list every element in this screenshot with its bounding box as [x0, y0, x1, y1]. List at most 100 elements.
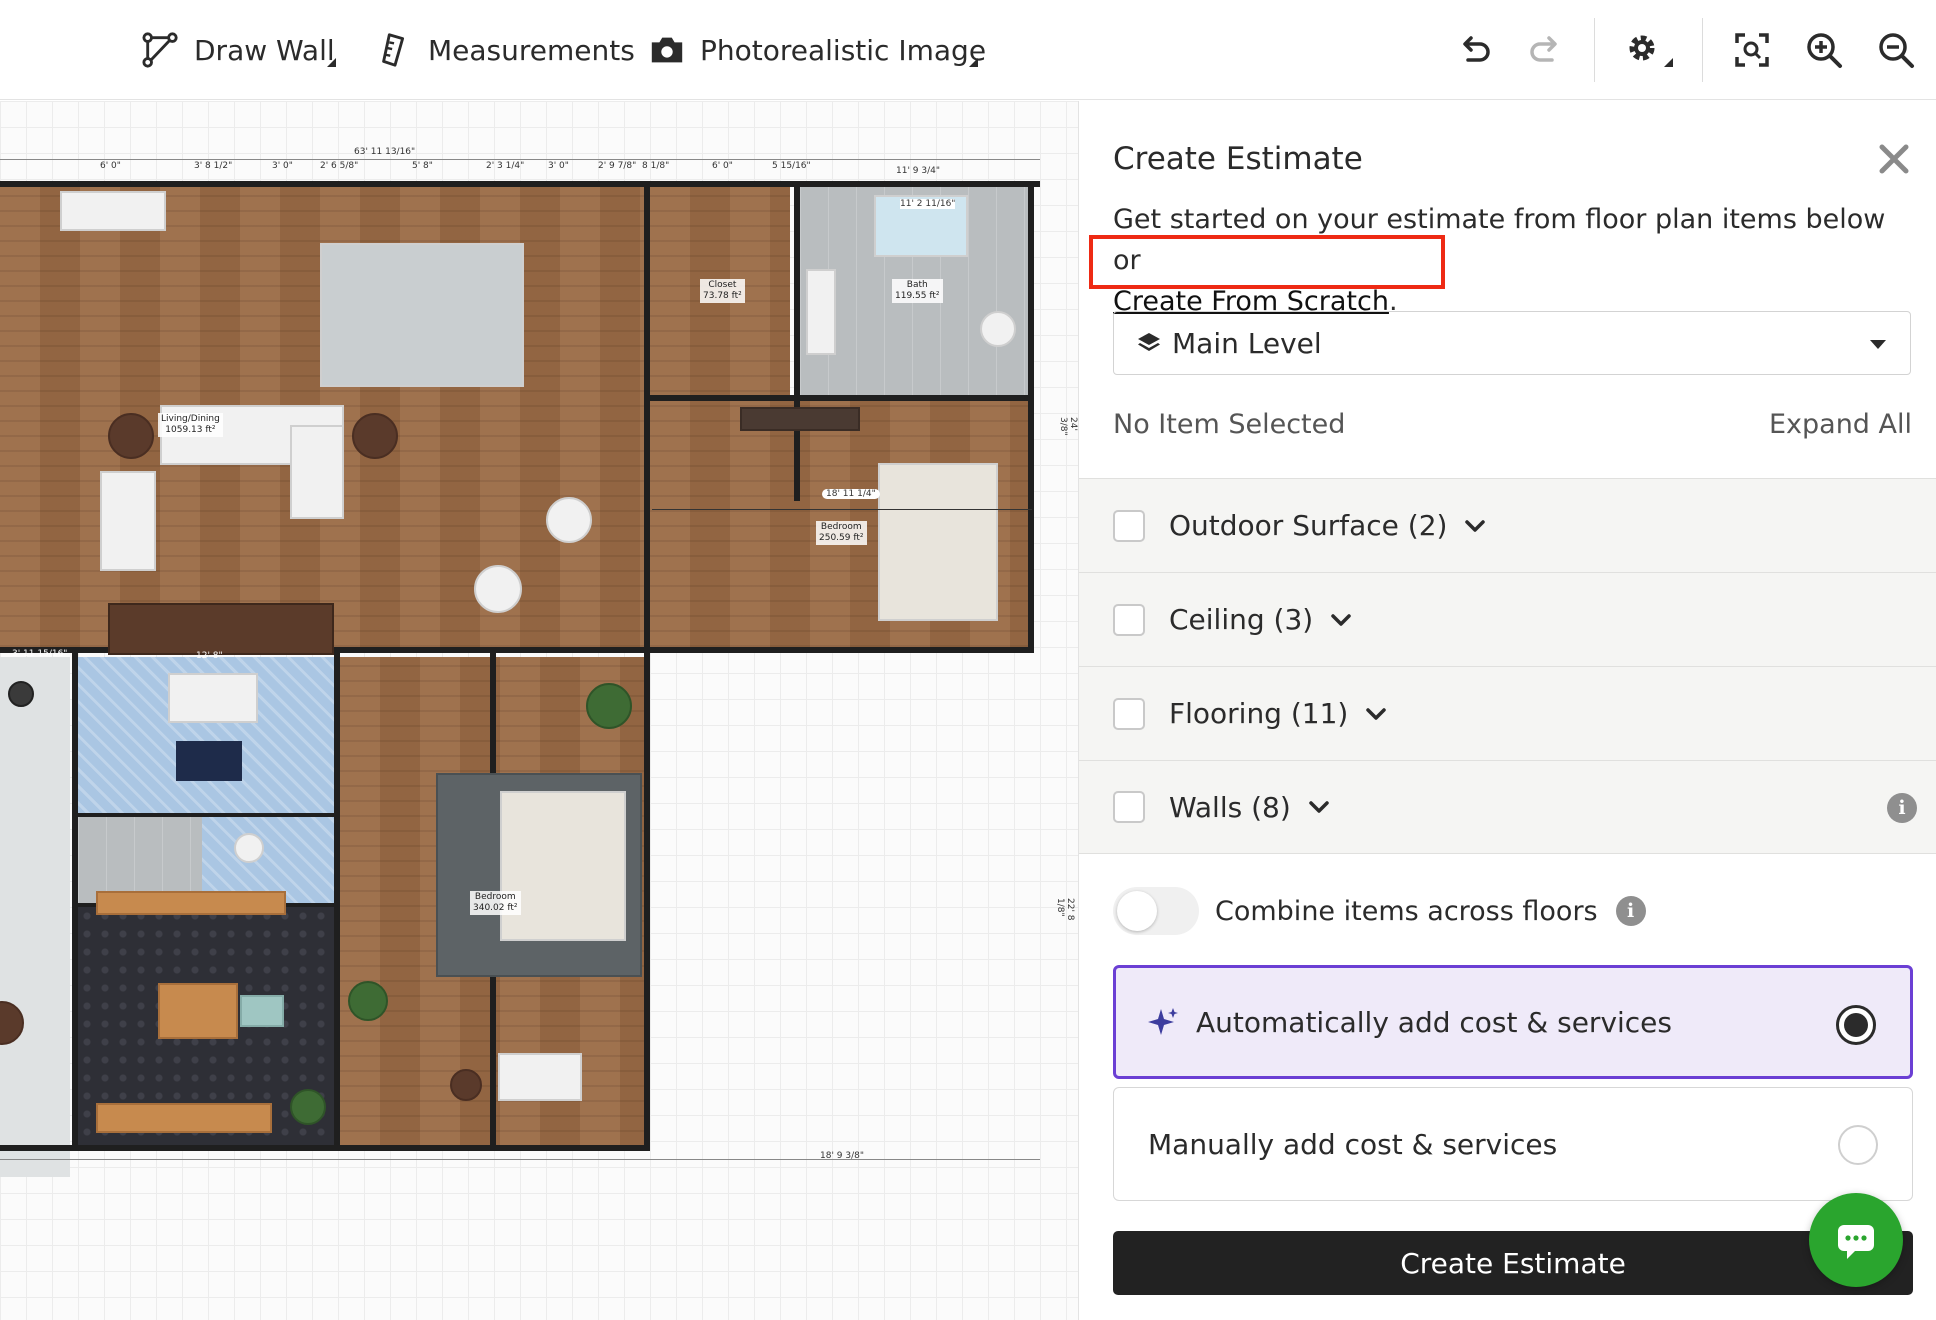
- room-label-bath[interactable]: Bath 119.55 ft²: [892, 279, 943, 303]
- measurements-label: Measurements: [428, 33, 635, 67]
- room-label-closet[interactable]: Closet 73.78 ft²: [700, 279, 745, 303]
- photorealistic-caret-icon[interactable]: [969, 58, 978, 67]
- toilet: [234, 833, 264, 863]
- create-estimate-button[interactable]: Create Estimate: [1113, 1231, 1913, 1295]
- info-icon[interactable]: i: [1887, 793, 1917, 823]
- chevron-down-icon[interactable]: [1327, 606, 1355, 634]
- wall: [650, 395, 1030, 401]
- dimension-label: 6' 0": [100, 161, 121, 171]
- camera-icon: [651, 37, 683, 63]
- bath-mat: [176, 741, 242, 781]
- draw-wall-button[interactable]: Draw Wall: [142, 26, 335, 74]
- settings-caret-icon[interactable]: [1664, 58, 1673, 67]
- dimension-line: [0, 159, 1040, 160]
- measurements-button[interactable]: Measurements: [376, 26, 635, 74]
- zoom-out-button[interactable]: [1874, 28, 1918, 72]
- floor-plan-canvas[interactable]: 63' 11 13/16" 6' 0" 3' 8 1/2" 3' 0" 2' 6…: [0, 101, 1078, 1320]
- auto-cost-radio[interactable]: [1836, 1005, 1876, 1045]
- photorealistic-image-button[interactable]: Photorealistic Image: [648, 26, 986, 74]
- layers-icon: [1138, 333, 1160, 351]
- dimension-label: 8 1/8": [642, 161, 670, 171]
- category-checkbox[interactable]: [1113, 509, 1145, 542]
- dimension-label: 11' 2 11/16": [900, 199, 956, 209]
- wall: [794, 185, 800, 501]
- sofa: [498, 1053, 582, 1101]
- category-row-walls[interactable]: Walls (8) i: [1079, 760, 1936, 854]
- manual-cost-option[interactable]: Manually add cost & services: [1113, 1087, 1913, 1201]
- zoom-in-icon: [1807, 33, 1842, 68]
- undo-button[interactable]: [1452, 28, 1496, 72]
- category-row-outdoor-surface[interactable]: Outdoor Surface (2): [1079, 478, 1936, 572]
- dimension-label: 3' 0": [272, 161, 293, 171]
- room-name: Bedroom: [820, 522, 862, 532]
- selection-status: No Item Selected: [1113, 409, 1346, 440]
- room-label-bedroom-two[interactable]: Bedroom 340.02 ft²: [470, 891, 521, 915]
- auto-cost-label: Automatically add cost & services: [1196, 1005, 1672, 1039]
- toolbar-divider-2: [1702, 18, 1703, 82]
- dimension-label: 11' 9 3/4": [896, 166, 940, 176]
- redo-button[interactable]: [1524, 28, 1568, 72]
- level-select-value: Main Level: [1172, 326, 1322, 360]
- wall: [644, 181, 650, 1151]
- expand-all-link[interactable]: Expand All: [1769, 409, 1912, 440]
- dropdown-arrow-icon: [1870, 340, 1886, 349]
- close-icon[interactable]: [1874, 139, 1914, 179]
- focus-frame-icon: [1735, 33, 1769, 67]
- plant: [290, 1089, 326, 1125]
- chair: [240, 995, 284, 1027]
- chevron-down-icon[interactable]: [1305, 793, 1333, 821]
- ruler-icon: [382, 33, 405, 67]
- gear-icon: [1629, 35, 1655, 61]
- panel-title: Create Estimate: [1113, 141, 1363, 177]
- chevron-down-icon[interactable]: [1362, 700, 1390, 728]
- measure-label[interactable]: 18' 11 1/4": [822, 489, 880, 499]
- category-checkbox[interactable]: [1113, 603, 1145, 636]
- room-name: Living/Dining: [161, 414, 220, 424]
- category-row-ceiling[interactable]: Ceiling (3): [1079, 572, 1936, 666]
- category-label: Outdoor Surface (2): [1169, 509, 1448, 542]
- fit-to-screen-button[interactable]: [1730, 28, 1774, 72]
- zoom-in-button[interactable]: [1802, 28, 1846, 72]
- combine-floors-row: Combine items across floors i: [1113, 887, 1646, 935]
- info-icon[interactable]: i: [1615, 896, 1646, 926]
- photorealistic-image-label: Photorealistic Image: [700, 33, 987, 67]
- plant: [348, 981, 388, 1021]
- dimension-label: 3' 0": [548, 161, 569, 171]
- sparkle-icon: [1148, 1008, 1178, 1035]
- dimension-label: 22' 8 1/8": [1055, 898, 1075, 921]
- bench: [96, 891, 286, 915]
- room-area: 1059.13 ft²: [165, 425, 216, 435]
- combine-floors-toggle[interactable]: [1113, 887, 1199, 935]
- draw-wall-label: Draw Wall: [194, 33, 335, 67]
- category-row-flooring[interactable]: Flooring (11): [1079, 666, 1936, 760]
- wall: [0, 181, 1040, 187]
- draw-wall-icon: [142, 32, 178, 68]
- chair: [546, 497, 592, 543]
- bed: [500, 791, 626, 941]
- dimension-label: 3' 11 15/16": [12, 649, 68, 659]
- draw-wall-caret-icon[interactable]: [327, 58, 336, 67]
- manual-cost-radio[interactable]: [1838, 1125, 1878, 1165]
- chat-button[interactable]: [1809, 1193, 1903, 1287]
- room-name: Bath: [906, 280, 928, 290]
- dimension-label: 2' 6 5/8": [320, 161, 359, 171]
- settings-button[interactable]: [1622, 28, 1666, 72]
- category-label: Ceiling (3): [1169, 603, 1314, 636]
- chevron-down-icon[interactable]: [1461, 512, 1489, 540]
- top-toolbar: Draw Wall Measurements Photorealistic Im…: [0, 0, 1936, 100]
- room-name: Bedroom: [474, 892, 516, 902]
- dimension-label: 6' 0": [712, 161, 733, 171]
- room-label-living-dining[interactable]: Living/Dining 1059.13 ft²: [158, 413, 223, 437]
- room-name: Closet: [708, 280, 737, 290]
- category-checkbox[interactable]: [1113, 791, 1145, 823]
- category-list: Outdoor Surface (2) Ceiling (3) Flooring…: [1079, 478, 1936, 854]
- room-label-bedroom[interactable]: Bedroom 250.59 ft²: [816, 521, 867, 545]
- category-checkbox[interactable]: [1113, 697, 1145, 730]
- measure-line: [652, 509, 1032, 510]
- stairs: [108, 603, 334, 655]
- wall: [0, 1145, 650, 1151]
- level-select[interactable]: Main Level: [1113, 311, 1911, 375]
- sofa-chaise: [290, 425, 344, 519]
- floor-lamp: [8, 681, 34, 707]
- auto-cost-option[interactable]: Automatically add cost & services: [1113, 965, 1913, 1079]
